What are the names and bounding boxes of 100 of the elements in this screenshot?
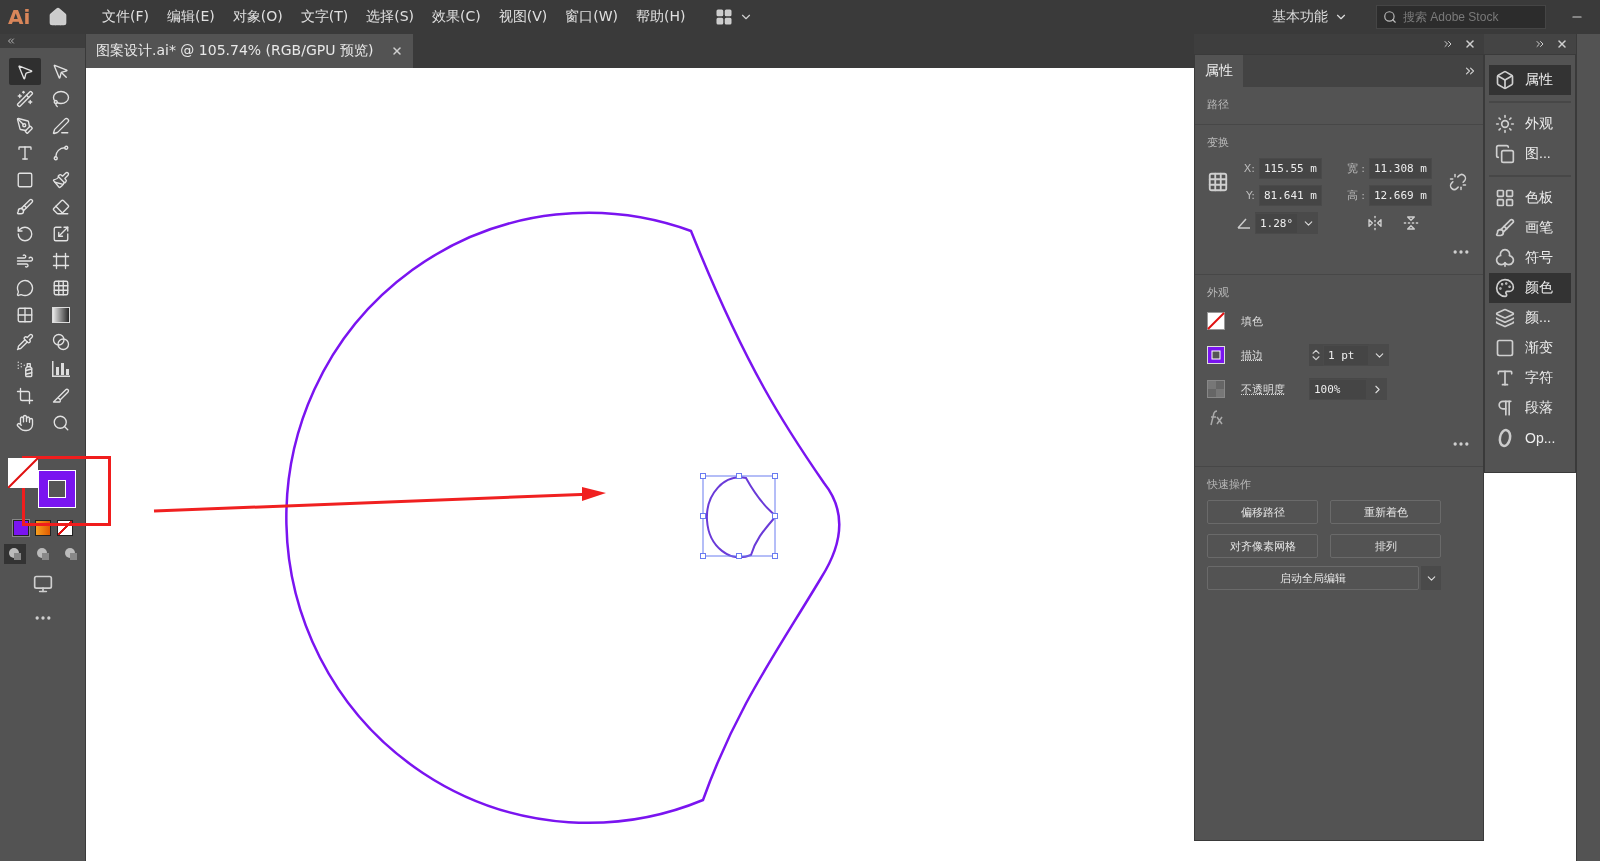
collapse-icon[interactable] — [1534, 38, 1546, 50]
close-icon[interactable] — [1556, 38, 1568, 50]
stroke-swatch[interactable] — [1207, 346, 1225, 364]
eyedropper-icon — [15, 332, 34, 351]
close-icon[interactable] — [391, 45, 404, 57]
close-icon[interactable] — [1464, 38, 1476, 50]
menu-item[interactable]: 编辑(E) — [161, 4, 221, 30]
appearance-label[interactable]: 描边 — [1241, 347, 1293, 363]
quick-action-button[interactable]: 重新着色 — [1330, 500, 1441, 524]
dock-panel-item[interactable]: Op... — [1489, 423, 1571, 453]
menu-item[interactable]: 视图(V) — [492, 4, 554, 30]
dock-panel-item[interactable]: 属性 — [1489, 65, 1571, 95]
bar-chart-icon — [51, 360, 70, 377]
rectangle-icon — [15, 170, 34, 189]
palette-icon — [1495, 278, 1515, 298]
dock-panel-item[interactable]: 外观 — [1489, 109, 1571, 139]
overlapping-squares-icon — [1495, 144, 1515, 164]
flip-horizontal-icon[interactable] — [1367, 215, 1383, 231]
eraser-icon — [51, 197, 70, 216]
field-label: 宽 : — [1345, 161, 1365, 176]
screen-mode-icon[interactable] — [32, 574, 53, 594]
draw-mode-icon — [7, 547, 22, 561]
dock-panel-item[interactable]: 颜色 — [1489, 273, 1571, 303]
field-label: 高 : — [1345, 188, 1365, 203]
draw-mode-icon — [35, 547, 50, 561]
scroll-bar[interactable] — [1576, 34, 1600, 861]
document-tab[interactable]: 图案设计.ai* @ 105.74% (RGB/GPU 预览) — [86, 34, 414, 68]
width-field[interactable]: 11.308 m — [1369, 158, 1432, 179]
swatch-grid-icon — [1495, 188, 1515, 208]
section-title: 外观 — [1207, 285, 1230, 300]
type-icon — [15, 143, 34, 162]
collapse-icon[interactable] — [1442, 38, 1454, 50]
sun-icon — [1495, 114, 1515, 134]
search-field[interactable]: 搜索 Adobe Stock — [1376, 5, 1546, 29]
dock-panel-item[interactable]: 图... — [1489, 139, 1571, 169]
mesh-icon — [15, 305, 34, 324]
layout-grid-icon[interactable] — [715, 8, 734, 26]
menu-item[interactable]: 对象(O) — [226, 4, 289, 30]
frame-icon — [51, 251, 70, 270]
speech-bubble-icon — [15, 278, 34, 297]
field-label: Y: — [1245, 189, 1255, 202]
collapse-icon[interactable] — [6, 36, 16, 46]
pen-nib-icon — [15, 116, 34, 135]
fill-swatch[interactable] — [7, 458, 38, 488]
flip-vertical-icon[interactable] — [1403, 215, 1419, 231]
unlink-icon[interactable] — [1449, 173, 1467, 191]
dock-panel-item[interactable]: 画笔 — [1489, 213, 1571, 243]
zoom-icon — [51, 413, 70, 432]
dock-panel-item[interactable]: 段落 — [1489, 393, 1571, 423]
club-icon — [1495, 248, 1515, 268]
quick-action-button[interactable]: 偏移路径 — [1207, 500, 1318, 524]
layers-icon — [1495, 308, 1515, 328]
menu-item[interactable]: 效果(C) — [426, 4, 487, 30]
none-fill-swatch[interactable] — [1207, 312, 1225, 330]
height-field[interactable]: 12.669 m — [1369, 185, 1432, 206]
magic-wand-icon — [15, 89, 34, 108]
checkerboard-icon — [1207, 380, 1225, 398]
menu-item[interactable]: 文件(F) — [96, 4, 155, 30]
workspace-switcher[interactable]: 基本功能 — [1264, 4, 1356, 30]
dock-panel-item[interactable]: 颜... — [1489, 303, 1571, 333]
pilcrow-icon — [1495, 398, 1515, 418]
menu-item[interactable]: 文字(T) — [294, 4, 355, 30]
y-field[interactable]: 81.641 m — [1259, 185, 1322, 206]
home-icon[interactable] — [48, 7, 68, 27]
section-title: 快速操作 — [1207, 477, 1252, 492]
lasso-icon — [51, 89, 70, 108]
cube-panel-icon — [1495, 70, 1515, 90]
dock-panel-item[interactable]: 字符 — [1489, 363, 1571, 393]
grid-icon — [51, 278, 70, 297]
dock-panel-item[interactable]: 渐变 — [1489, 333, 1571, 363]
pointer-arrow-icon — [15, 62, 34, 81]
menu-item[interactable]: 选择(S) — [360, 4, 420, 30]
brush-icon — [1495, 218, 1515, 238]
object-type-label: 路径 — [1207, 97, 1230, 112]
appearance-label: 填色 — [1241, 313, 1264, 329]
properties-tab[interactable]: 属性 — [1195, 55, 1243, 87]
quick-action-button[interactable]: 排列 — [1330, 534, 1441, 558]
field-label: X: — [1242, 162, 1255, 175]
section-title: 变换 — [1207, 135, 1230, 150]
global-edit-button[interactable]: 启动全局编辑 — [1207, 566, 1419, 590]
dock-panel-item[interactable]: 符号 — [1489, 243, 1571, 273]
dropdown-button[interactable] — [1421, 566, 1441, 590]
appearance-label[interactable]: 不透明度 — [1241, 381, 1293, 397]
menu-item[interactable]: 窗口(W) — [559, 4, 624, 30]
arc-icon — [51, 143, 70, 162]
scale-icon — [51, 224, 70, 243]
panel-menu-icon[interactable] — [1463, 64, 1477, 78]
draw-mode-button[interactable] — [3, 544, 26, 564]
search-icon — [1383, 10, 1397, 24]
solid-pointer-icon — [51, 62, 70, 81]
x-field[interactable]: 115.55 m — [1259, 158, 1322, 179]
hand-icon — [15, 413, 34, 432]
quick-action-button[interactable]: 对齐像素网格 — [1207, 534, 1318, 558]
spray-can-icon — [15, 359, 34, 378]
warp-icon — [15, 251, 34, 270]
dock-panel-item[interactable]: 色板 — [1489, 183, 1571, 213]
reference-point-icon[interactable] — [1207, 171, 1229, 193]
paintbrush-icon — [51, 170, 70, 189]
menu-item[interactable]: 帮助(H) — [630, 4, 692, 30]
tool-button[interactable] — [8, 58, 41, 85]
